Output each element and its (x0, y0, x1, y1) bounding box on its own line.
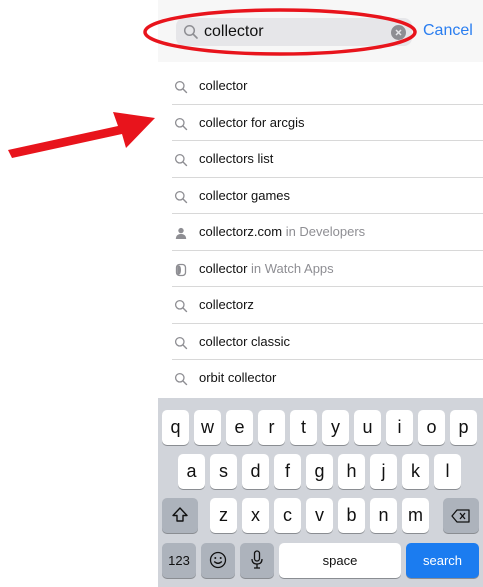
key-v[interactable]: v (306, 498, 333, 533)
search-icon (174, 80, 188, 94)
suggestion-item[interactable]: collector for arcgis (158, 105, 483, 141)
key-x[interactable]: x (242, 498, 269, 533)
suggestion-label: collector classic (199, 333, 291, 349)
suggestion-label: collector games (199, 187, 291, 203)
suggestion-item[interactable]: collector classic (158, 324, 483, 360)
suggestion-item[interactable]: collectors list (158, 141, 483, 178)
suggestion-label: orbit collector (199, 370, 277, 385)
clear-icon[interactable] (391, 25, 406, 40)
keyboard: q w e r t y u i o p a s d f g h j k l z … (158, 398, 483, 587)
person-icon (175, 227, 187, 239)
key-l[interactable]: l (434, 454, 461, 489)
search-icon (174, 117, 188, 130)
suggestion-list: collector collector for arcgis collector… (158, 68, 483, 397)
emoji-icon (209, 551, 227, 569)
dictation-key[interactable] (240, 543, 274, 578)
suggestion-item[interactable]: orbit collector (158, 360, 483, 397)
shift-icon (172, 507, 188, 522)
search-icon (174, 190, 188, 203)
cancel-button[interactable]: Cancel (423, 22, 473, 40)
key-h[interactable]: h (338, 454, 365, 489)
key-o[interactable]: o (418, 410, 445, 445)
key-f[interactable]: f (274, 454, 301, 489)
shift-key[interactable] (162, 498, 198, 533)
suggestion-item[interactable]: collectorz.com in Developers (158, 214, 483, 251)
key-i[interactable]: i (386, 410, 413, 445)
suggestion-label: collectorz (199, 297, 254, 312)
app-store-search-screen: collector Cancel collector collector for… (158, 0, 483, 587)
search-icon (174, 372, 188, 386)
suggestion-item[interactable]: collectorz (158, 287, 483, 324)
key-m[interactable]: m (402, 498, 429, 533)
key-y[interactable]: y (322, 410, 349, 445)
key-b[interactable]: b (338, 498, 365, 533)
suggestion-label: collector for arcgis (199, 114, 305, 130)
key-q[interactable]: q (162, 410, 189, 445)
key-u[interactable]: u (354, 410, 381, 445)
suggestion-item[interactable]: collector (158, 68, 483, 105)
key-n[interactable]: n (370, 498, 397, 533)
delete-key[interactable] (443, 498, 479, 533)
suggestion-label: collectors list (199, 151, 274, 166)
key-s[interactable]: s (210, 454, 237, 489)
search-icon (183, 24, 198, 39)
key-p[interactable]: p (450, 410, 477, 445)
watch-icon (175, 263, 187, 276)
suggestion-label: collector in Watch Apps (199, 260, 334, 276)
backspace-icon (451, 509, 470, 523)
key-z[interactable]: z (210, 498, 237, 533)
search-key[interactable]: search (406, 543, 479, 578)
search-input[interactable]: collector (204, 22, 264, 42)
key-a[interactable]: a (178, 454, 205, 489)
search-bar: collector Cancel (158, 0, 483, 62)
search-icon (174, 153, 188, 167)
search-icon (174, 299, 188, 313)
suggestion-label: collector (199, 78, 248, 93)
search-field[interactable]: collector (176, 18, 412, 46)
emoji-key[interactable] (201, 543, 235, 578)
key-c[interactable]: c (274, 498, 301, 533)
key-j[interactable]: j (370, 454, 397, 489)
space-key[interactable]: space (279, 543, 401, 578)
annotation-arrow (8, 112, 155, 158)
search-icon (174, 336, 188, 349)
microphone-icon (251, 550, 263, 569)
key-k[interactable]: k (402, 454, 429, 489)
suggestion-label: collectorz.com in Developers (199, 224, 366, 239)
key-g[interactable]: g (306, 454, 333, 489)
key-d[interactable]: d (242, 454, 269, 489)
numbers-key[interactable]: 123 (162, 543, 196, 578)
suggestion-item[interactable]: collector games (158, 178, 483, 214)
key-r[interactable]: r (258, 410, 285, 445)
suggestion-item[interactable]: collector in Watch Apps (158, 251, 483, 287)
key-t[interactable]: t (290, 410, 317, 445)
key-e[interactable]: e (226, 410, 253, 445)
key-w[interactable]: w (194, 410, 221, 445)
